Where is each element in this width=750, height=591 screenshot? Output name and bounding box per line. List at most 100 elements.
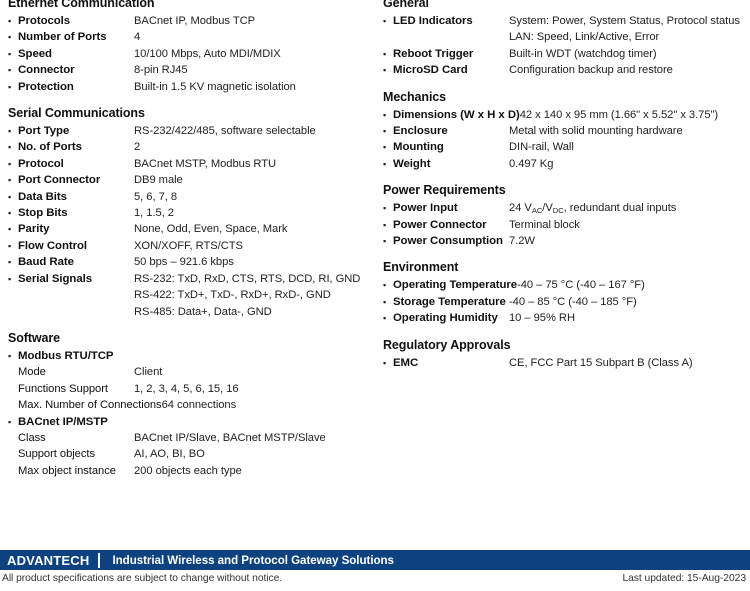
bullet-icon [383, 139, 393, 155]
spec-row: Power Consumption 7.2W [383, 233, 750, 249]
section-title: Ethernet Communication [8, 0, 155, 10]
spec-label: Power Connector [393, 218, 487, 231]
spec-row: Baud Rate 50 bps – 921.6 kbps [8, 254, 375, 270]
spec-subrow: Mode Client [8, 364, 375, 380]
bullet-icon [383, 156, 393, 172]
spec-label: Dimensions (W x H x D) [393, 108, 520, 121]
spec-value: RS-232/422/485, software selectable [134, 125, 316, 138]
spec-row: Operating Temperature-40 – 75 °C (-40 – … [383, 277, 750, 293]
bullet-icon [8, 221, 18, 237]
spec-section: General LED Indicators System: Power, Syst… [383, 0, 750, 79]
spec-label: Operating Temperature [393, 279, 518, 292]
spec-columns: Ethernet Communication Protocols BACnet IP… [0, 0, 750, 490]
spec-subrow: Max. Number of Connections 64 connections [8, 397, 375, 413]
spec-row: Storage Temperature-40 – 85 °C (-40 – 18… [383, 294, 750, 310]
spec-row: Serial Signals RS-232: TxD, RxD, CTS, RTS… [8, 271, 375, 320]
spec-label: Data Bits [18, 190, 67, 203]
spec-value: Client [134, 366, 163, 379]
bullet-icon [8, 271, 18, 287]
specifications-sheet: Ethernet Communication Protocols BACnet IP… [0, 0, 750, 490]
spec-value: DIN-rail, Wall [509, 141, 574, 154]
spec-label: Power Consumption [393, 235, 503, 248]
spec-label: Storage Temperature [393, 295, 506, 308]
spec-label: Parity [18, 223, 50, 236]
bullet-icon [383, 123, 393, 139]
spec-value: 10/100 Mbps, Auto MDI/MDIX [134, 47, 281, 60]
spec-value: BACnet IP, Modbus TCP [134, 15, 256, 27]
page-footer: ADVANTECH Industrial Wireless and Protoc… [0, 550, 750, 591]
spec-row: Flow Control XON/XOFF, RTS/CTS [8, 238, 375, 254]
spec-label: Max. Number of Connections [18, 399, 162, 412]
spec-row: Port Type RS-232/422/485, software select… [8, 123, 375, 139]
spec-row: Data Bits 5, 6, 7, 8 [8, 189, 375, 205]
bullet-icon [8, 189, 18, 205]
spec-value: 64 connections [161, 399, 237, 412]
spec-value: 2 [134, 141, 141, 154]
spec-label: Enclosure [393, 125, 448, 138]
spec-label: BACnet IP/MSTP [18, 415, 108, 428]
spec-row: No. of Ports 2 [8, 139, 375, 155]
spec-value: 10 – 95% RH [509, 312, 575, 325]
spec-label: Class [18, 431, 46, 444]
spec-section: Power Requirements Power Input 24 VAC/VDC,… [383, 183, 750, 249]
bullet-icon [8, 238, 18, 254]
spec-value: BACnet MSTP, Modbus RTU [134, 157, 277, 170]
footer-disclaimer: All product specifications are subject t… [2, 573, 283, 584]
bullet-icon [383, 46, 393, 62]
spec-section: Regulatory Approvals EMC CE, FCC Part 15 S… [383, 338, 750, 371]
spec-value: 24 VAC/VDC, redundant dual inputs [509, 202, 677, 216]
bullet-icon [8, 156, 18, 172]
banner-tagline: Industrial Wireless and Protocol Gateway… [112, 554, 394, 567]
spec-row: Connector 8-pin RJ45 [8, 62, 375, 78]
bullet-icon [8, 123, 18, 139]
bullet-icon [8, 348, 18, 364]
spec-label: Mounting [393, 141, 444, 154]
spec-value: 50 bps – 921.6 kbps [134, 256, 234, 269]
spec-row: Dimensions (W x H x D)42 x 140 x 95 mm (… [383, 107, 750, 123]
bullet-icon [8, 254, 18, 270]
spec-value: CE, FCC Part 15 Subpart B (Class A) [509, 356, 693, 369]
section-title: Regulatory Approvals [383, 337, 511, 352]
bullet-icon [8, 29, 18, 45]
left-column: Ethernet Communication Protocols BACnet IP… [0, 0, 375, 490]
spec-section: Software Modbus RTU/TCP Mode Client Function… [8, 331, 375, 479]
spec-label: Functions Support [18, 382, 108, 395]
footer-last-updated: Last updated: 15-Aug-2023 [622, 573, 746, 584]
spec-value: 7.2W [509, 235, 535, 248]
spec-label: Port Connector [18, 174, 101, 187]
section-title: Software [8, 330, 60, 345]
spec-value: 0.497 Kg [509, 157, 554, 170]
right-column: General LED Indicators System: Power, Syst… [375, 0, 750, 382]
spec-section: Environment Operating Temperature-40 – 75… [383, 260, 750, 326]
spec-label: Stop Bits [18, 207, 68, 220]
bullet-icon [383, 217, 393, 233]
spec-subrow: Functions Support 1, 2, 3, 4, 5, 6, 15, 1… [8, 381, 375, 397]
spec-row: Stop Bits 1, 1.5, 2 [8, 205, 375, 221]
spec-row: Power Input 24 VAC/VDC, redundant dual in… [383, 200, 750, 216]
spec-label: Serial Signals [18, 272, 93, 285]
spec-row: Protocols BACnet IP, Modbus TCP [8, 13, 375, 29]
spec-value: 8-pin RJ45 [134, 64, 188, 77]
spec-label: Modbus RTU/TCP [18, 349, 114, 362]
spec-label: Reboot Trigger [393, 47, 474, 60]
bullet-icon [383, 355, 393, 371]
spec-row: EMC CE, FCC Part 15 Subpart B (Class A) [383, 355, 750, 371]
spec-subrow: Support objects AI, AO, BI, BO [8, 446, 375, 462]
spec-value: DB9 male [134, 174, 183, 187]
spec-row: Protocol BACnet MSTP, Modbus RTU [8, 156, 375, 172]
spec-label: EMC [393, 356, 419, 369]
spec-value: XON/XOFF, RTS/CTS [134, 239, 243, 252]
spec-label: Protocols [18, 15, 71, 27]
spec-label: Mode [18, 366, 46, 379]
bullet-icon [383, 233, 393, 249]
bullet-icon [8, 79, 18, 95]
spec-value: 1, 2, 3, 4, 5, 6, 15, 16 [134, 382, 239, 395]
spec-value: -40 – 85 °C (-40 – 185 °F) [509, 295, 637, 308]
section-title: General [383, 0, 429, 10]
spec-row: Port Connector DB9 male [8, 172, 375, 188]
bullet-icon [8, 62, 18, 78]
footer-meta: All product specifications are subject t… [0, 570, 750, 591]
bullet-icon [383, 310, 393, 326]
spec-row: Operating Humidity 10 – 95% RH [383, 310, 750, 326]
spec-row: Speed 10/100 Mbps, Auto MDI/MDIX [8, 46, 375, 62]
